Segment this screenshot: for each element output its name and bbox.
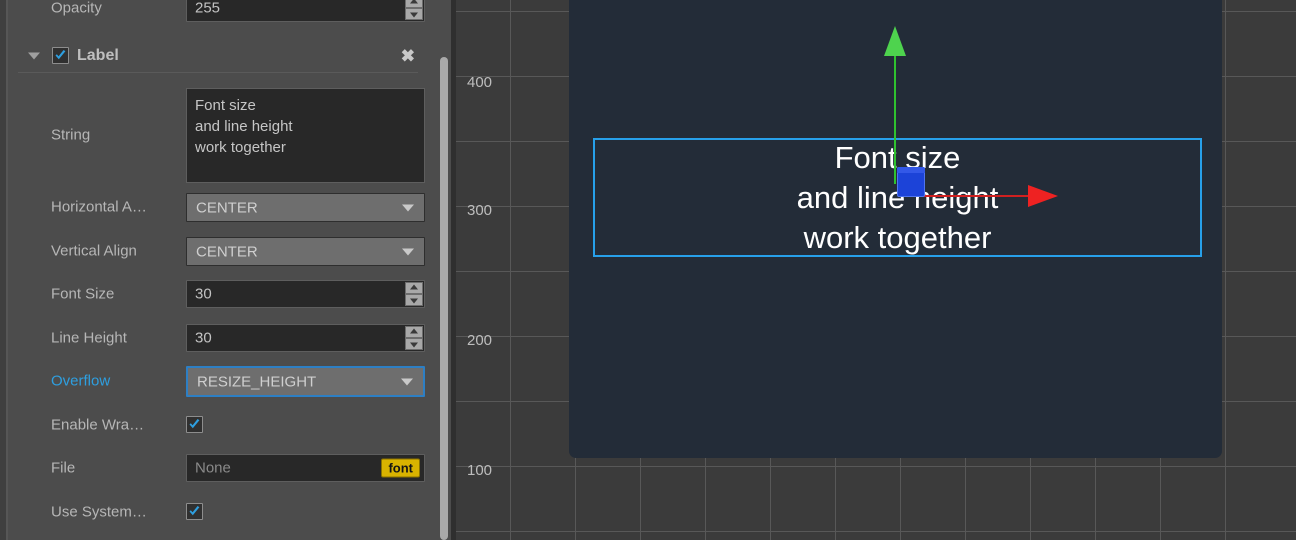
overflow-select[interactable]: RESIZE_HEIGHT <box>186 366 425 397</box>
horizontal-align-value: CENTER <box>196 199 258 216</box>
line-height-stepper-down[interactable] <box>405 338 423 350</box>
font-size-value: 30 <box>195 285 212 303</box>
gridline-vertical <box>510 0 511 540</box>
gizmo-center-handle-top <box>897 167 925 173</box>
property-row-file: File None font <box>0 451 437 485</box>
use-system-label: Use System… <box>51 503 147 521</box>
ruler-label: 100 <box>467 462 493 479</box>
selection-bounding-box[interactable] <box>593 138 1202 257</box>
chevron-down-icon[interactable] <box>28 52 40 60</box>
gizmo-y-axis-arrow-icon[interactable] <box>884 26 906 56</box>
property-row-vertical-align: Vertical Align CENTER <box>0 234 437 268</box>
gizmo-y-axis-line[interactable] <box>894 52 896 184</box>
font-size-stepper[interactable] <box>405 282 423 306</box>
vertical-align-select[interactable]: CENTER <box>186 237 425 266</box>
horizontal-align-select[interactable]: CENTER <box>186 193 425 222</box>
close-icon[interactable]: ✖ <box>401 48 415 65</box>
label-enabled-checkbox[interactable] <box>52 47 69 64</box>
chevron-down-icon <box>402 248 414 255</box>
gridline-vertical <box>1225 0 1226 540</box>
opacity-stepper-up[interactable] <box>405 0 423 8</box>
property-row-line-height: Line Height 30 <box>0 321 437 355</box>
font-size-stepper-up[interactable] <box>405 282 423 294</box>
inspector-panel: Opacity 255 Label ✖ String Font size and… <box>0 0 451 540</box>
chevron-down-icon <box>402 204 414 211</box>
property-row-opacity: Opacity 255 <box>0 0 437 25</box>
gridline-horizontal <box>456 466 1296 467</box>
font-size-stepper-down[interactable] <box>405 294 423 306</box>
font-size-label: Font Size <box>51 285 115 303</box>
property-row-enable-wrap: Enable Wra… <box>0 408 437 442</box>
opacity-value: 255 <box>195 0 221 17</box>
property-row-horizontal-align: Horizontal A… CENTER <box>0 190 437 224</box>
line-height-label: Line Height <box>51 329 127 347</box>
gizmo-x-axis-arrow-icon[interactable] <box>1028 185 1058 207</box>
opacity-stepper[interactable] <box>405 0 423 20</box>
file-label: File <box>51 459 76 477</box>
line-height-value: 30 <box>195 329 212 347</box>
label-section-title: Label <box>77 47 119 64</box>
property-row-font-size: Font Size 30 <box>0 277 437 311</box>
gridline-horizontal <box>456 531 1296 532</box>
enable-wrap-checkbox[interactable] <box>186 416 203 433</box>
property-row-overflow: Overflow RESIZE_HEIGHT <box>0 364 437 398</box>
property-row-use-system: Use System… <box>0 495 437 529</box>
ruler-label: 300 <box>467 202 493 219</box>
ruler-label: 200 <box>467 332 493 349</box>
overflow-label: Overflow <box>51 372 111 390</box>
label-section-header[interactable]: Label ✖ <box>0 40 437 72</box>
font-type-badge[interactable]: font <box>381 458 420 478</box>
horizontal-align-label: Horizontal A… <box>51 198 147 216</box>
font-size-input[interactable]: 30 <box>186 280 425 308</box>
vertical-align-label: Vertical Align <box>51 242 137 260</box>
file-value: None <box>195 459 231 477</box>
app-root: Opacity 255 Label ✖ String Font size and… <box>0 0 1296 540</box>
enable-wrap-label: Enable Wra… <box>51 416 145 434</box>
line-height-stepper[interactable] <box>405 326 423 350</box>
line-height-stepper-up[interactable] <box>405 326 423 338</box>
vertical-align-value: CENTER <box>196 243 258 260</box>
chevron-down-icon <box>401 378 413 385</box>
scene-viewport[interactable]: 400 300 200 100 Font size and line heigh… <box>451 0 1296 540</box>
viewport-left-edge <box>451 0 456 540</box>
opacity-label: Opacity <box>51 0 102 17</box>
opacity-input[interactable]: 255 <box>186 0 425 22</box>
opacity-stepper-down[interactable] <box>405 8 423 20</box>
file-input[interactable]: None font <box>186 454 425 482</box>
inspector-scrollbar-thumb[interactable] <box>440 57 448 540</box>
line-height-input[interactable]: 30 <box>186 324 425 352</box>
string-textarea[interactable]: Font size and line height work together <box>186 88 425 183</box>
overflow-value: RESIZE_HEIGHT <box>197 373 317 390</box>
string-label: String <box>51 126 91 144</box>
use-system-checkbox[interactable] <box>186 503 203 520</box>
section-divider <box>18 72 418 73</box>
ruler-label: 400 <box>467 74 493 91</box>
